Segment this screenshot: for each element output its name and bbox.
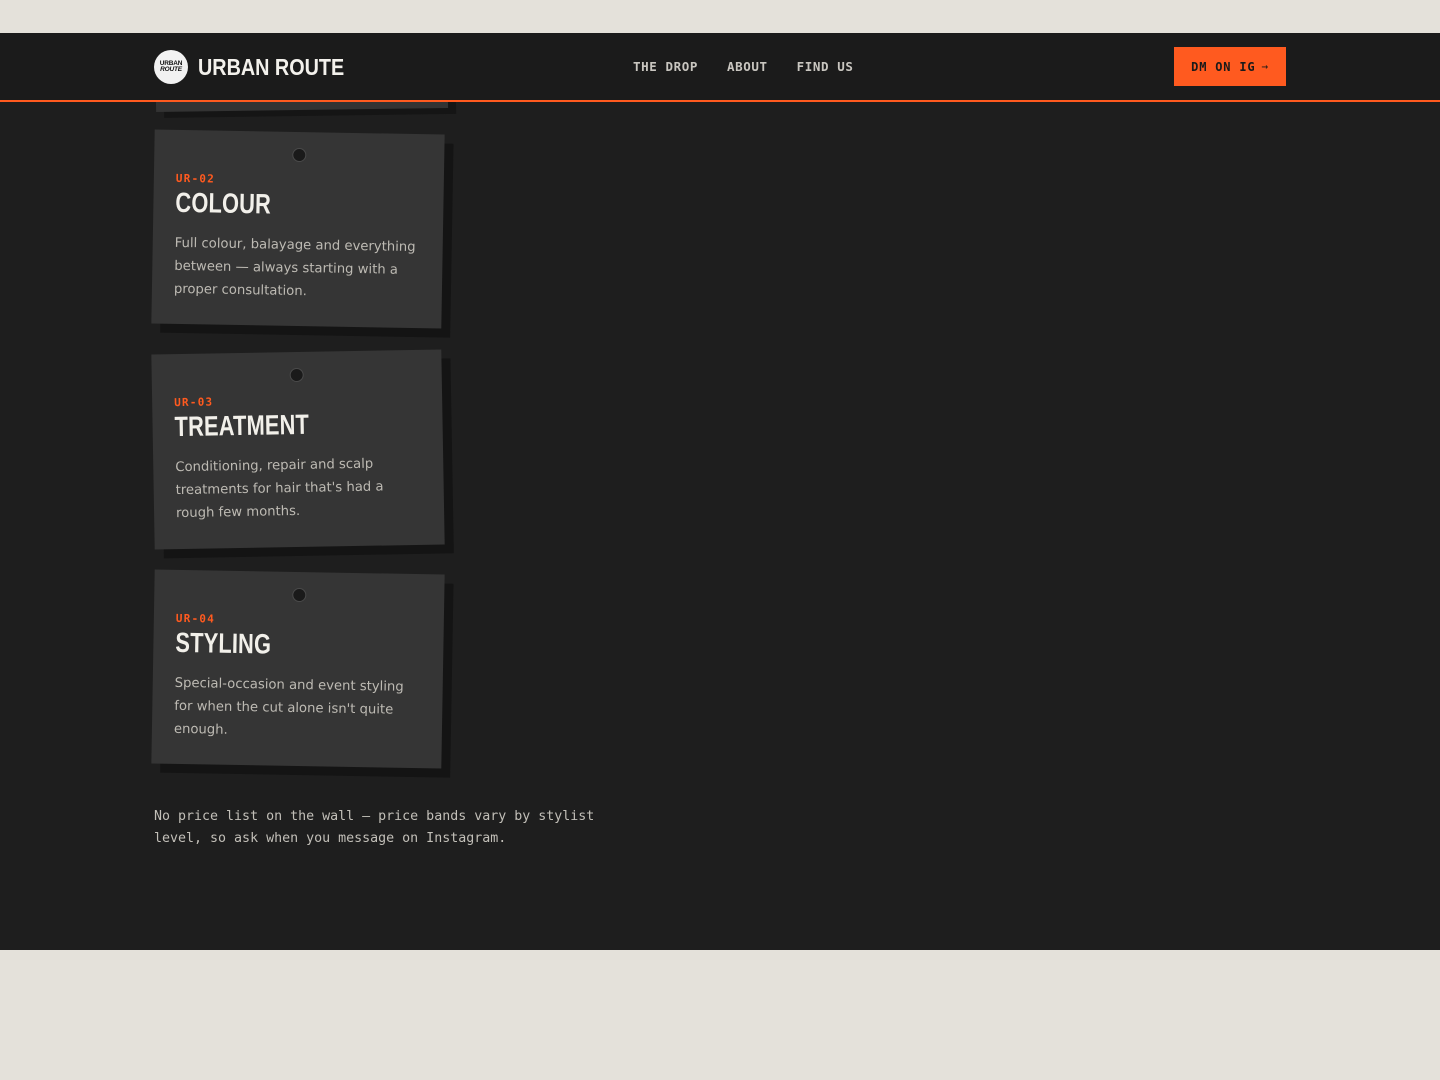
main-nav: THE DROP ABOUT FIND US [633,33,854,100]
service-title: COLOUR [175,186,272,220]
brand-logo-link[interactable]: URBAN ROUTE URBAN ROUTE [154,50,368,84]
service-card-styling: UR-04 STYLING Special-occasion and event… [151,569,445,769]
service-title: STYLING [175,626,272,660]
cta-label: DM ON IG [1191,59,1256,74]
brand-name: URBAN ROUTE [198,53,345,80]
service-card-treatment: UR-03 TREATMENT Conditioning, repair and… [151,349,445,550]
dm-on-instagram-button[interactable]: DM ON IG → [1174,47,1286,86]
service-title: TREATMENT [174,408,310,443]
nav-link-about[interactable]: ABOUT [727,59,768,74]
nav-link-the-drop[interactable]: THE DROP [633,59,698,74]
service-card-colour: UR-02 COLOUR Full colour, balayage and e… [151,129,445,329]
brand-badge-icon: URBAN ROUTE [154,50,188,84]
service-code: UR-02 [175,171,216,186]
service-code: UR-04 [175,611,216,626]
arrow-right-icon: → [1261,60,1269,73]
badge-line-2: ROUTE [160,66,182,73]
service-description: Conditioning, repair and scalp treatment… [175,456,384,522]
top-navbar: URBAN ROUTE URBAN ROUTE THE DROP ABOUT F… [0,33,1440,102]
service-description: Full colour, balayage and everything bet… [173,235,416,300]
tag-hole-icon [289,367,304,383]
tag-hole-icon [292,147,307,163]
service-code: UR-03 [174,395,214,410]
pricing-note: No price list on the wall — price bands … [154,809,595,846]
service-description: Special-occasion and event styling for w… [173,675,404,738]
tag-hole-icon [292,587,307,603]
nav-link-find-us[interactable]: FIND US [797,59,854,74]
